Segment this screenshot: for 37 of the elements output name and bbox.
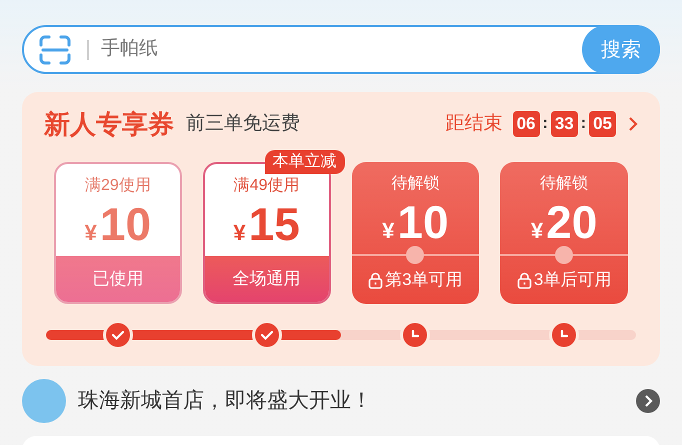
coupon-condition: 待解锁 — [391, 174, 440, 194]
coupon-amount: 10 — [100, 198, 152, 250]
chevron-right-icon[interactable] — [628, 116, 638, 132]
scan-icon[interactable] — [39, 34, 71, 64]
lock-icon — [516, 272, 532, 288]
search-field[interactable]: 手帕纸 搜索 — [22, 25, 660, 74]
countdown-digits: 05 — [589, 111, 616, 137]
coupon-scope: 第3单可用 — [385, 269, 463, 292]
promo-subtitle: 前三单免运费 — [186, 112, 300, 136]
promo-title: 新人专享券 — [44, 108, 174, 140]
coupon-card[interactable]: 满29使用 ¥10 已使用 — [54, 162, 182, 304]
countdown-label: 距结束 — [446, 112, 503, 136]
coupon-scope: 已使用 — [92, 268, 144, 290]
search-button[interactable]: 搜索 — [582, 25, 660, 74]
coupon-scope: 3单后可用 — [534, 269, 612, 292]
coupon-card[interactable]: 待解锁 ¥10 第3单可用 — [352, 162, 480, 304]
chevron-right-icon[interactable] — [636, 389, 660, 413]
coupon-scope: 全场通用 — [232, 268, 301, 290]
countdown-digits: 33 — [550, 111, 578, 137]
promo-badge: 本单立减 — [264, 150, 344, 174]
coupon-card[interactable]: 待解锁 ¥20 3单后可用 — [500, 162, 628, 304]
avatar — [22, 379, 66, 423]
countdown-digits: 06 — [512, 111, 540, 137]
countdown-separator: : — [580, 114, 586, 134]
currency-symbol: ¥ — [530, 217, 544, 245]
notice-text: 珠海新城首店，即将盛大开业！ — [78, 388, 373, 414]
coupon-condition: 待解锁 — [540, 174, 588, 194]
coupon-condition: 满49使用 — [234, 176, 300, 196]
lock-icon — [368, 272, 384, 288]
countdown-separator: : — [542, 114, 548, 134]
coupon-condition: 满29使用 — [84, 176, 151, 196]
currency-symbol: ¥ — [84, 219, 97, 247]
coupon-amount: 20 — [546, 196, 598, 248]
coupon-amount: 10 — [397, 196, 449, 248]
currency-symbol: ¥ — [233, 219, 246, 247]
coupon-amount: 15 — [248, 198, 300, 250]
currency-symbol: ¥ — [382, 217, 394, 245]
